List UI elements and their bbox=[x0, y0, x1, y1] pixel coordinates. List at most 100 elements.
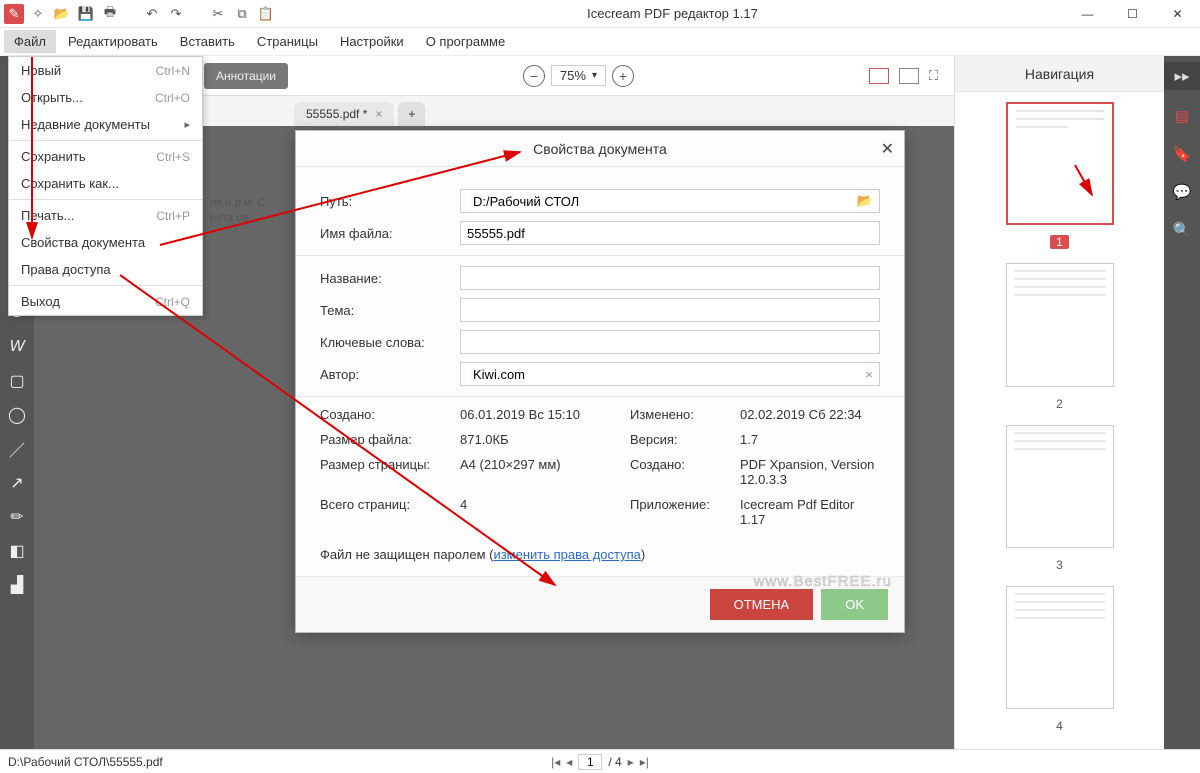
two-page-icon[interactable] bbox=[899, 68, 919, 84]
tab-close-icon[interactable]: × bbox=[375, 107, 382, 121]
keywords-field[interactable] bbox=[460, 330, 880, 354]
save-icon[interactable]: 💾 bbox=[76, 4, 96, 24]
menu-insert[interactable]: Вставить bbox=[170, 30, 245, 53]
prev-page-icon[interactable]: ◂ bbox=[566, 755, 572, 769]
thumbnail-number: 4 bbox=[1056, 719, 1063, 733]
page-thumbnail[interactable] bbox=[1006, 102, 1114, 225]
cancel-button[interactable]: ОТМЕНА bbox=[710, 589, 814, 620]
subject-label: Тема: bbox=[320, 303, 460, 318]
squiggly-tool-icon[interactable]: W bbox=[4, 334, 30, 360]
rect-tool-icon[interactable]: ▢ bbox=[4, 368, 30, 394]
menu-new[interactable]: НовыйCtrl+N bbox=[9, 57, 202, 84]
dialog-title: Свойства документа ✕ bbox=[296, 131, 904, 167]
page-input[interactable] bbox=[578, 754, 602, 770]
zoom-select[interactable]: 75% ▾ bbox=[551, 65, 606, 86]
status-path: D:\Рабочий СТОЛ\55555.pdf bbox=[8, 755, 163, 769]
menu-recent[interactable]: Недавние документы▸ bbox=[9, 111, 202, 138]
page-thumbnail[interactable] bbox=[1006, 586, 1114, 709]
path-label: Путь: bbox=[320, 194, 460, 209]
window-controls: — ☐ ✕ bbox=[1065, 0, 1200, 28]
author-label: Автор: bbox=[320, 367, 460, 382]
thumbnail-number: 2 bbox=[1056, 397, 1063, 411]
menu-about[interactable]: О программе bbox=[416, 30, 516, 53]
menu-settings[interactable]: Настройки bbox=[330, 30, 414, 53]
paste-icon[interactable]: 📋 bbox=[256, 4, 276, 24]
version-value: 1.7 bbox=[740, 432, 880, 447]
author-field[interactable]: × bbox=[460, 362, 880, 386]
add-tab-button[interactable]: + bbox=[398, 102, 425, 126]
titlebar: ✎ ✧ 📂 💾 🖶 ↶ ↷ ✂ ⧉ 📋 Icecream PDF редакто… bbox=[0, 0, 1200, 28]
pencil-tool-icon[interactable]: ✏ bbox=[4, 504, 30, 530]
created-label: Создано: bbox=[320, 407, 460, 422]
title-label: Название: bbox=[320, 271, 460, 286]
pagecount-label: Всего страниц: bbox=[320, 497, 460, 512]
ok-button[interactable]: OK bbox=[821, 589, 888, 620]
menu-save[interactable]: СохранитьCtrl+S bbox=[9, 143, 202, 170]
fullscreen-icon[interactable]: ⛶ bbox=[929, 68, 938, 84]
file-menu-dropdown: НовыйCtrl+N Открыть...Ctrl+O Недавние до… bbox=[8, 56, 203, 316]
open-icon[interactable]: 📂 bbox=[52, 4, 72, 24]
right-toolbar: ▸▸ ▤ 🔖 💬 🔍 bbox=[1164, 56, 1200, 749]
menu-separator bbox=[9, 140, 202, 141]
thumbnail-list[interactable]: 1 2 3 4 bbox=[955, 92, 1164, 749]
filename-field[interactable] bbox=[460, 221, 880, 245]
menu-open[interactable]: Открыть...Ctrl+O bbox=[9, 84, 202, 111]
dialog-close-icon[interactable]: ✕ bbox=[881, 139, 894, 159]
pagecount-value: 4 bbox=[460, 497, 630, 512]
menu-saveas[interactable]: Сохранить как... bbox=[9, 170, 202, 197]
path-field[interactable]: 📂 bbox=[460, 189, 880, 213]
undo-icon[interactable]: ↶ bbox=[142, 4, 162, 24]
subject-field[interactable] bbox=[460, 298, 880, 322]
menu-exit[interactable]: ВыходCtrl+Q bbox=[9, 288, 202, 315]
title-field[interactable] bbox=[460, 266, 880, 290]
last-page-icon[interactable]: ▸| bbox=[640, 755, 649, 769]
collapse-panel-icon[interactable]: ▸▸ bbox=[1164, 62, 1200, 90]
quick-toolbar: ✎ ✧ 📂 💾 🖶 ↶ ↷ ✂ ⧉ 📋 bbox=[0, 4, 280, 24]
next-page-icon[interactable]: ▸ bbox=[628, 755, 634, 769]
line-tool-icon[interactable]: ／ bbox=[4, 436, 30, 462]
menu-print[interactable]: Печать...Ctrl+P bbox=[9, 202, 202, 229]
pagesize-value: A4 (210×297 мм) bbox=[460, 457, 630, 472]
arrow-tool-icon[interactable]: ↗ bbox=[4, 470, 30, 496]
menu-file[interactable]: Файл bbox=[4, 30, 56, 53]
zoom-controls: − 75% ▾ + bbox=[523, 65, 634, 87]
browse-icon[interactable]: 📂 bbox=[857, 193, 873, 209]
application-label: Приложение: bbox=[630, 497, 740, 512]
bookmarks-tab-icon[interactable]: 🔖 bbox=[1170, 142, 1194, 166]
zoom-out-button[interactable]: − bbox=[523, 65, 545, 87]
page-layout-buttons: ⛶ bbox=[869, 68, 938, 84]
first-page-icon[interactable]: |◂ bbox=[551, 755, 560, 769]
menu-separator bbox=[9, 285, 202, 286]
change-permissions-link[interactable]: изменить права доступа bbox=[493, 547, 640, 562]
minimize-button[interactable]: — bbox=[1065, 0, 1110, 28]
doc-tab[interactable]: 55555.pdf *× bbox=[294, 102, 394, 126]
cut-icon[interactable]: ✂ bbox=[208, 4, 228, 24]
filename-label: Имя файла: bbox=[320, 226, 460, 241]
search-tab-icon[interactable]: 🔍 bbox=[1170, 218, 1194, 242]
clear-icon[interactable]: × bbox=[865, 367, 873, 382]
zoom-in-button[interactable]: + bbox=[612, 65, 634, 87]
filesize-value: 871.0КБ bbox=[460, 432, 630, 447]
copy-icon[interactable]: ⧉ bbox=[232, 4, 252, 24]
eraser-tool-icon[interactable]: ◧ bbox=[4, 538, 30, 564]
thumbnails-tab-icon[interactable]: ▤ bbox=[1170, 104, 1194, 128]
page-navigator: |◂ ◂ / 4 ▸ ▸| bbox=[551, 754, 649, 770]
menu-pages[interactable]: Страницы bbox=[247, 30, 328, 53]
comments-tab-icon[interactable]: 💬 bbox=[1170, 180, 1194, 204]
maximize-button[interactable]: ☐ bbox=[1110, 0, 1155, 28]
print-icon[interactable]: 🖶 bbox=[100, 4, 120, 24]
redo-icon[interactable]: ↷ bbox=[166, 4, 186, 24]
menu-edit[interactable]: Редактировать bbox=[58, 30, 168, 53]
close-button[interactable]: ✕ bbox=[1155, 0, 1200, 28]
menu-properties[interactable]: Свойства документа bbox=[9, 229, 202, 256]
single-page-icon[interactable] bbox=[869, 68, 889, 84]
new-doc-icon[interactable]: ✧ bbox=[28, 4, 48, 24]
stamp-tool-icon[interactable]: ▟ bbox=[4, 572, 30, 598]
mode-tab-annotations[interactable]: Аннотации bbox=[204, 63, 288, 89]
page-thumbnail[interactable] bbox=[1006, 425, 1114, 548]
circle-tool-icon[interactable]: ◯ bbox=[4, 402, 30, 428]
statusbar: D:\Рабочий СТОЛ\55555.pdf |◂ ◂ / 4 ▸ ▸| bbox=[0, 749, 1200, 773]
menu-permissions[interactable]: Права доступа bbox=[9, 256, 202, 283]
page-thumbnail[interactable] bbox=[1006, 263, 1114, 386]
thumbnail-number: 1 bbox=[1050, 235, 1069, 249]
